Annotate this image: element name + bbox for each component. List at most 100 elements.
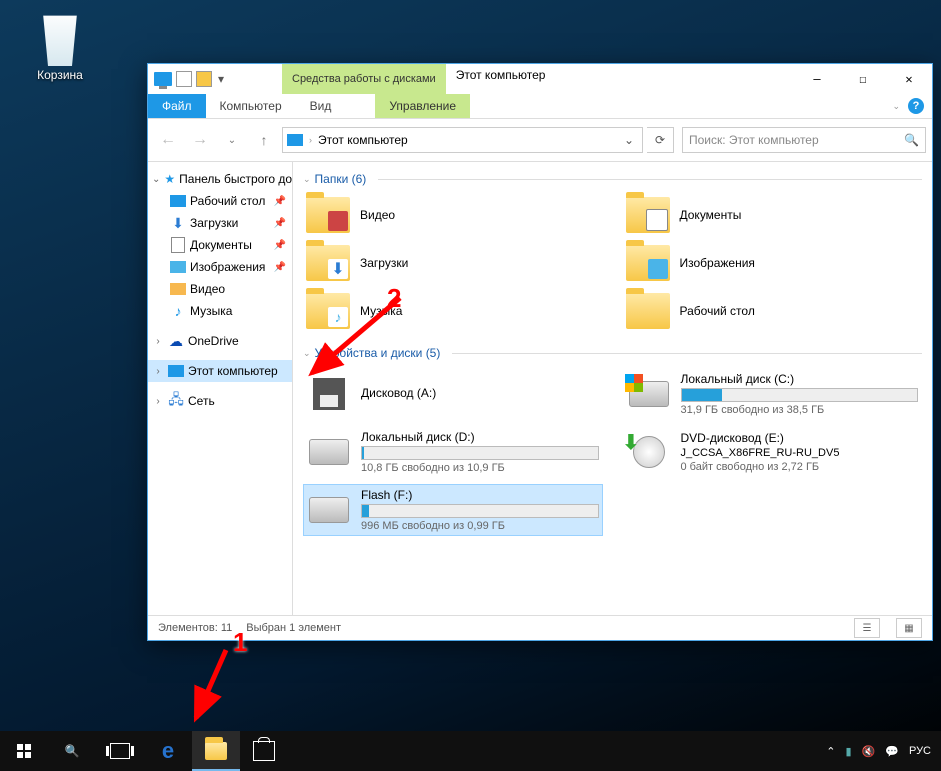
address-dropdown[interactable]: ⌄: [620, 133, 638, 147]
ribbon-expand-icon[interactable]: ⌄: [892, 101, 900, 112]
sidebar-pictures[interactable]: Изображения 📌: [148, 256, 292, 278]
nav-up-button[interactable]: ↑: [250, 127, 278, 153]
nav-recent-button[interactable]: ⌄: [218, 127, 246, 153]
tab-file[interactable]: Файл: [148, 94, 206, 118]
qat: ▾: [148, 64, 232, 94]
os-drive-icon: [627, 376, 671, 412]
qat-customize[interactable]: ▾: [216, 68, 226, 90]
sidebar-network[interactable]: › 🖧 Сеть: [148, 390, 292, 412]
system-tray[interactable]: ⌃ ▮ 🔇 💬 РУС: [816, 745, 941, 758]
document-icon: [171, 237, 185, 253]
folder-desktop[interactable]: Рабочий стол: [623, 290, 923, 332]
folder-icon: [626, 245, 670, 281]
app-icon[interactable]: [154, 72, 172, 86]
sidebar-quick-access[interactable]: ⌄ ★ Панель быстрого до: [148, 168, 292, 190]
chevron-right-icon[interactable]: ›: [152, 366, 164, 377]
qat-properties-icon[interactable]: [176, 71, 192, 87]
task-view-button[interactable]: [96, 731, 144, 771]
hdd-icon: [307, 492, 351, 528]
search-input[interactable]: Поиск: Этот компьютер 🔍: [682, 127, 926, 153]
address-text[interactable]: Этот компьютер: [318, 133, 408, 147]
chevron-down-icon[interactable]: ⌄: [152, 174, 160, 185]
close-button[interactable]: ✕: [886, 64, 932, 94]
tray-up-icon[interactable]: ⌃: [826, 745, 835, 758]
tray-language[interactable]: РУС: [909, 745, 931, 757]
tab-manage[interactable]: Управление: [375, 94, 470, 118]
taskbar-explorer[interactable]: [192, 731, 240, 771]
content-pane: ⌄ Папки (6) Видео Документы ⬇ За: [293, 162, 932, 615]
drive-sub: 0 байт свободно из 2,72 ГБ: [681, 461, 919, 473]
download-icon: ⬇: [170, 215, 186, 231]
sidebar-this-pc[interactable]: › Этот компьютер: [148, 360, 292, 382]
folder-downloads[interactable]: ⬇ Загрузки: [303, 242, 603, 284]
tray-notification-icon[interactable]: 💬: [885, 745, 899, 758]
minimize-button[interactable]: —: [794, 64, 840, 94]
sidebar-onedrive[interactable]: › ☁ OneDrive: [148, 330, 292, 352]
chevron-right-icon[interactable]: ›: [309, 135, 312, 145]
explorer-window: ▾ Средства работы с дисками Этот компьют…: [147, 63, 933, 641]
titlebar[interactable]: ▾ Средства работы с дисками Этот компьют…: [148, 64, 932, 94]
address-bar[interactable]: › Этот компьютер ⌄: [282, 127, 643, 153]
folder-documents[interactable]: Документы: [623, 194, 923, 236]
onedrive-icon: ☁: [168, 333, 184, 349]
chevron-right-icon[interactable]: ›: [152, 336, 164, 347]
view-large-button[interactable]: ▦: [896, 618, 922, 638]
taskbar-store[interactable]: [240, 731, 288, 771]
drive-label: Flash (F:): [361, 488, 599, 502]
sidebar-label: Изображения: [190, 260, 265, 274]
drive-label: Локальный диск (D:): [361, 430, 599, 444]
drive-dvd[interactable]: DVD-дисковод (E:) J_CCSA_X86FRE_RU-RU_DV…: [623, 426, 923, 478]
group-devices[interactable]: ⌄ Устройства и диски (5): [303, 346, 922, 360]
floppy-icon: [307, 376, 351, 412]
drive-flash[interactable]: Flash (F:) 996 МБ свободно из 0,99 ГБ: [303, 484, 603, 536]
context-tab-group: Средства работы с дисками: [282, 64, 446, 94]
pc-icon: [168, 365, 184, 377]
chevron-right-icon[interactable]: ›: [152, 396, 164, 407]
drive-floppy[interactable]: Дисковод (A:): [303, 368, 603, 420]
refresh-button[interactable]: ⟳: [647, 127, 674, 153]
sidebar-label: OneDrive: [188, 334, 239, 348]
drive-c[interactable]: Локальный диск (C:) 31,9 ГБ свободно из …: [623, 368, 923, 420]
capacity-bar: [361, 504, 599, 518]
start-button[interactable]: [0, 731, 48, 771]
capacity-bar: [361, 446, 599, 460]
folder-label: Рабочий стол: [680, 304, 755, 318]
sidebar: ⌄ ★ Панель быстрого до Рабочий стол 📌 ⬇ …: [148, 162, 293, 615]
sidebar-label: Рабочий стол: [190, 194, 265, 208]
qat-newfolder-icon[interactable]: [196, 71, 212, 87]
sidebar-downloads[interactable]: ⬇ Загрузки 📌: [148, 212, 292, 234]
drive-sub: 996 МБ свободно из 0,99 ГБ: [361, 520, 599, 532]
drive-d[interactable]: Локальный диск (D:) 10,8 ГБ свободно из …: [303, 426, 603, 478]
folder-label: Загрузки: [360, 256, 408, 270]
search-icon: 🔍: [904, 133, 919, 147]
dvd-icon: [627, 434, 671, 470]
folder-icon: [306, 197, 350, 233]
search-placeholder: Поиск: Этот компьютер: [689, 133, 904, 147]
sidebar-videos[interactable]: Видео: [148, 278, 292, 300]
tab-computer[interactable]: Компьютер: [206, 94, 296, 118]
taskbar-edge[interactable]: e: [144, 731, 192, 771]
chevron-down-icon[interactable]: ⌄: [303, 174, 311, 185]
chevron-down-icon[interactable]: ⌄: [303, 348, 311, 359]
maximize-button[interactable]: ☐: [840, 64, 886, 94]
folder-music[interactable]: ♪ Музыка: [303, 290, 603, 332]
folder-pictures[interactable]: Изображения: [623, 242, 923, 284]
sidebar-music[interactable]: ♪ Музыка: [148, 300, 292, 322]
folder-label: Документы: [680, 208, 742, 222]
view-details-button[interactable]: ☰: [854, 618, 880, 638]
nav-forward-button[interactable]: →: [186, 127, 214, 153]
tray-volume-icon[interactable]: 🔇: [862, 745, 876, 758]
sidebar-desktop[interactable]: Рабочий стол 📌: [148, 190, 292, 212]
folder-icon: [626, 293, 670, 329]
nav-back-button[interactable]: ←: [154, 127, 182, 153]
help-button[interactable]: ?: [908, 98, 924, 114]
folder-video[interactable]: Видео: [303, 194, 603, 236]
download-overlay-icon: ⬇: [328, 259, 348, 279]
tab-view[interactable]: Вид: [296, 94, 346, 118]
search-button[interactable]: 🔍: [48, 731, 96, 771]
tray-network-icon[interactable]: ▮: [846, 745, 852, 758]
folder-icon: ⬇: [306, 245, 350, 281]
desktop-icon-recycle-bin[interactable]: Корзина: [20, 10, 100, 82]
group-folders[interactable]: ⌄ Папки (6): [303, 172, 922, 186]
sidebar-documents[interactable]: Документы 📌: [148, 234, 292, 256]
